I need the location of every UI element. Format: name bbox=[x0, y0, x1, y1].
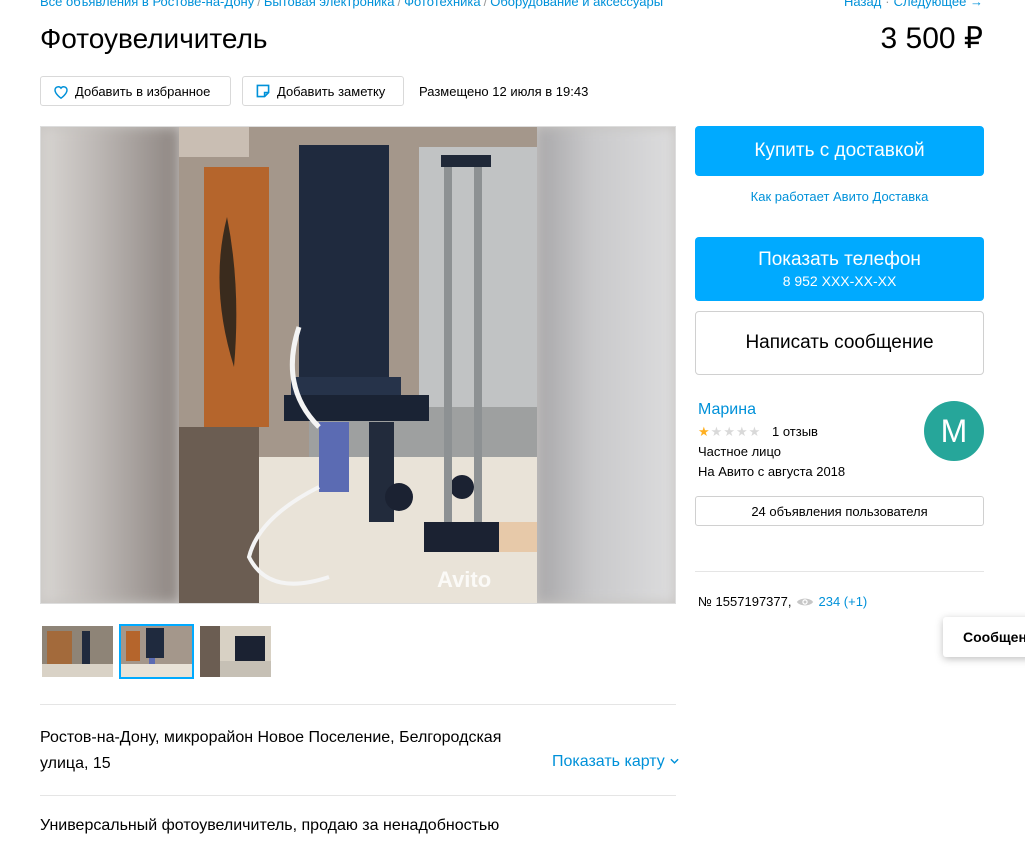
write-message-button[interactable]: Написать сообщение bbox=[695, 311, 984, 375]
star-icon: ★ bbox=[723, 424, 736, 439]
heart-icon bbox=[54, 85, 68, 99]
eye-icon bbox=[797, 598, 814, 605]
breadcrumb-item[interactable]: Все объявления в Ростове-на-Дону bbox=[40, 0, 254, 9]
ad-meta: № 1557197377, 234 (+1) bbox=[698, 594, 867, 609]
photo-thumbnail-active[interactable] bbox=[119, 624, 194, 679]
add-to-favorites-button[interactable]: Добавить в избранное bbox=[40, 76, 231, 106]
show-phone-button[interactable]: Показать телефон 8 952 XXX-XX-XX bbox=[695, 237, 984, 301]
buy-label: Купить с доставкой bbox=[754, 140, 925, 161]
divider bbox=[40, 795, 676, 796]
divider bbox=[695, 571, 984, 572]
divider bbox=[40, 704, 676, 705]
item-navigation: Назад · Следующее → bbox=[844, 0, 983, 9]
messages-label: Сообщения bbox=[963, 629, 1025, 645]
buy-with-delivery-button[interactable]: Купить с доставкой bbox=[695, 126, 984, 176]
show-map-link[interactable]: Показать карту bbox=[552, 751, 679, 773]
ad-number: № 1557197377, bbox=[698, 594, 792, 609]
star-icon: ★ bbox=[698, 424, 711, 439]
main-photo: Avito bbox=[179, 127, 537, 603]
views-count: 234 (+1) bbox=[796, 594, 867, 609]
photo-thumbnail[interactable] bbox=[40, 624, 115, 679]
note-label: Добавить заметку bbox=[277, 83, 386, 99]
seller-since: На Авито с августа 2018 bbox=[698, 464, 846, 479]
seller-type: Частное лицо bbox=[698, 444, 781, 459]
add-note-button[interactable]: Добавить заметку bbox=[242, 76, 404, 106]
thumbnail-strip bbox=[40, 624, 273, 679]
breadcrumb-item[interactable]: Оборудование и аксессуары bbox=[490, 0, 663, 9]
chevron-down-icon bbox=[670, 759, 679, 765]
description: Универсальный фотоувеличитель, продаю за… bbox=[40, 817, 500, 834]
next-link[interactable]: Следующее → bbox=[894, 0, 983, 9]
floating-messages-widget[interactable]: Сообщения bbox=[943, 617, 1025, 657]
photo-watermark: Avito bbox=[437, 567, 492, 592]
photo-thumbnail[interactable] bbox=[198, 624, 273, 679]
gallery-blur-left bbox=[41, 127, 179, 603]
how-delivery-works-link[interactable]: Как работает Авито Доставка bbox=[695, 189, 984, 204]
back-link[interactable]: Назад bbox=[844, 0, 881, 9]
breadcrumb: Все объявления в Ростове-на-Дону / Бытовая… bbox=[40, 0, 663, 9]
seller-name-link[interactable]: Марина bbox=[698, 401, 756, 419]
avatar[interactable]: M bbox=[924, 401, 984, 461]
show-map-label: Показать карту bbox=[552, 753, 665, 770]
user-ads-button[interactable]: 24 объявления пользователя bbox=[695, 496, 984, 526]
address-line: Ростов-на-Дону, микрорайон Новое Поселен… bbox=[40, 729, 502, 746]
star-icon: ★ bbox=[710, 424, 724, 439]
views-value: 234 (+1) bbox=[818, 594, 868, 609]
main-photo-gallery[interactable]: Avito bbox=[40, 126, 676, 604]
breadcrumb-item[interactable]: Фототехника bbox=[404, 0, 480, 9]
write-message-label: Написать сообщение bbox=[745, 332, 934, 353]
favorites-label: Добавить в избранное bbox=[75, 83, 211, 99]
gallery-blur-right bbox=[537, 127, 675, 603]
posted-date: Размещено 12 июля в 19:43 bbox=[419, 84, 589, 99]
seller-rating: ★★★★★ bbox=[698, 424, 761, 440]
star-icon: ★ bbox=[735, 424, 749, 439]
page-title: Фотоувеличитель bbox=[40, 23, 268, 54]
show-phone-label: Показать телефон bbox=[758, 249, 921, 270]
reviews-count[interactable]: 1 отзыв bbox=[772, 424, 818, 439]
note-icon bbox=[256, 84, 270, 98]
price: 3 500 ₽ bbox=[880, 22, 984, 55]
breadcrumb-item[interactable]: Бытовая электроника bbox=[264, 0, 395, 9]
address-line: улица, 15 bbox=[40, 755, 111, 772]
masked-phone: 8 952 XXX-XX-XX bbox=[782, 273, 897, 289]
star-icon: ★ bbox=[748, 424, 762, 439]
address: Ростов-на-Дону, микрорайон Новое Поселен… bbox=[40, 725, 520, 777]
